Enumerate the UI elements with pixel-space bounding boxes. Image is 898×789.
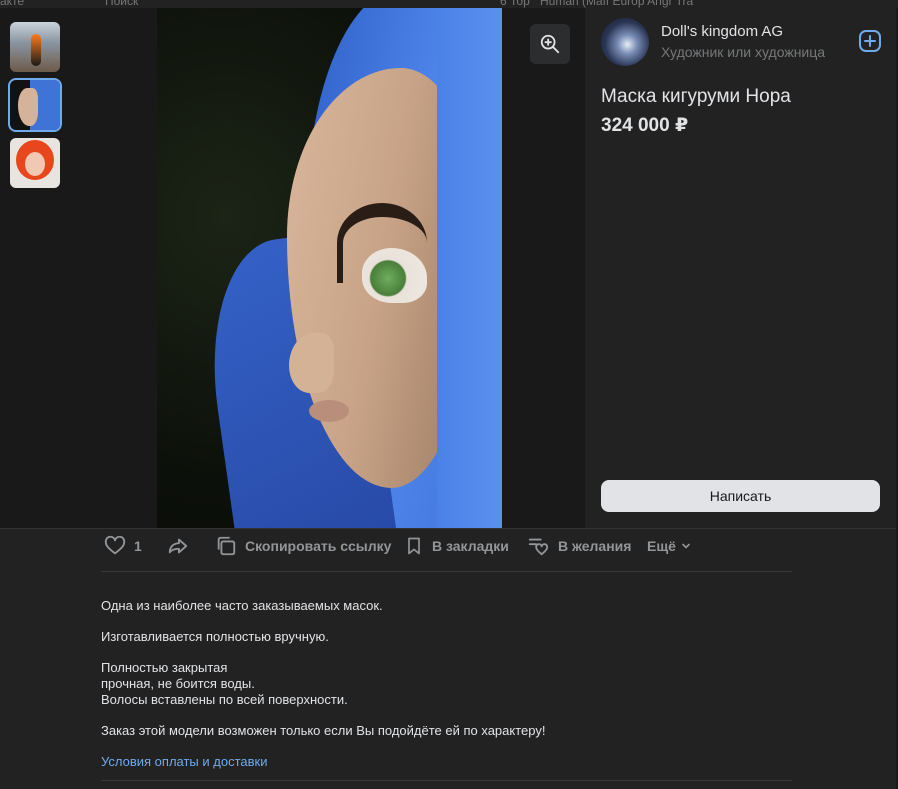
wishlist-icon <box>528 538 549 556</box>
terms-link[interactable]: Условия оплаты и доставки <box>101 754 267 770</box>
bottom-divider <box>101 780 792 781</box>
product-photo[interactable] <box>157 8 502 528</box>
zoom-in-icon <box>540 34 560 54</box>
plus-icon <box>859 30 881 52</box>
bookmark-button[interactable]: В закладки <box>404 530 509 562</box>
description-line-4: прочная, не боится воды. <box>101 676 255 691</box>
photo-viewer <box>73 8 585 528</box>
follow-button[interactable] <box>858 29 882 53</box>
author-role: Художник или художница <box>661 44 826 60</box>
more-label: Ещё <box>647 538 676 554</box>
author-name[interactable]: Doll's kingdom AG <box>661 23 783 40</box>
description-line-5: Волосы вставлены по всей поверхности. <box>101 692 348 707</box>
background-page-strip: акте Поиск 6 Тор Human (Maff Europ Angr … <box>0 0 898 8</box>
background-tab-fragment-1: 6 Тор <box>500 0 530 8</box>
bookmark-label: В закладки <box>432 538 509 554</box>
description-line-3: Полностью закрытая <box>101 660 228 675</box>
chevron-down-icon <box>682 543 690 549</box>
likes-count: 1 <box>134 538 142 554</box>
thumbnail-2[interactable] <box>8 78 62 132</box>
thumbnail-3[interactable] <box>10 138 60 188</box>
heart-icon <box>104 535 126 555</box>
description-line-2: Изготавливается полностью вручную. <box>101 629 329 644</box>
copy-icon <box>217 536 236 556</box>
divider <box>0 528 896 529</box>
product-title: Маска кигуруми Нора <box>601 86 791 107</box>
description-line-6: Заказ этой модели возможен только если В… <box>101 723 546 738</box>
thumbnail-1[interactable] <box>10 22 60 72</box>
description-line-1: Одна из наиболее часто заказываемых масо… <box>101 598 383 613</box>
wishlist-label: В желания <box>558 538 632 554</box>
action-bar: 1 Скопировать ссылку В закладки В желани… <box>102 530 792 562</box>
share-icon <box>168 538 188 554</box>
wishlist-button[interactable]: В желания <box>526 530 631 562</box>
product-info-panel: Doll's kingdom AG Художник или художница… <box>585 8 896 528</box>
zoom-button[interactable] <box>530 24 570 64</box>
product-modal: Doll's kingdom AG Художник или художница… <box>0 8 896 789</box>
more-button[interactable]: Ещё <box>647 530 692 562</box>
author-avatar[interactable] <box>601 18 649 66</box>
thumbnail-column <box>0 8 73 528</box>
copy-link-button[interactable]: Скопировать ссылку <box>215 530 391 562</box>
bookmark-icon <box>408 537 420 555</box>
share-button[interactable] <box>166 530 190 562</box>
write-button[interactable]: Написать <box>601 480 880 512</box>
like-button[interactable]: 1 <box>104 530 142 562</box>
product-description: Одна из наиболее часто заказываемых масо… <box>101 598 791 770</box>
product-price: 324 000 ₽ <box>601 115 689 136</box>
copy-link-label: Скопировать ссылку <box>245 538 392 554</box>
background-site-fragment: акте <box>0 0 25 8</box>
actions-divider <box>101 571 792 572</box>
background-tab-fragment-2: Human (Maff Europ Angr Tra <box>540 0 694 8</box>
background-search-fragment: Поиск <box>105 0 139 8</box>
